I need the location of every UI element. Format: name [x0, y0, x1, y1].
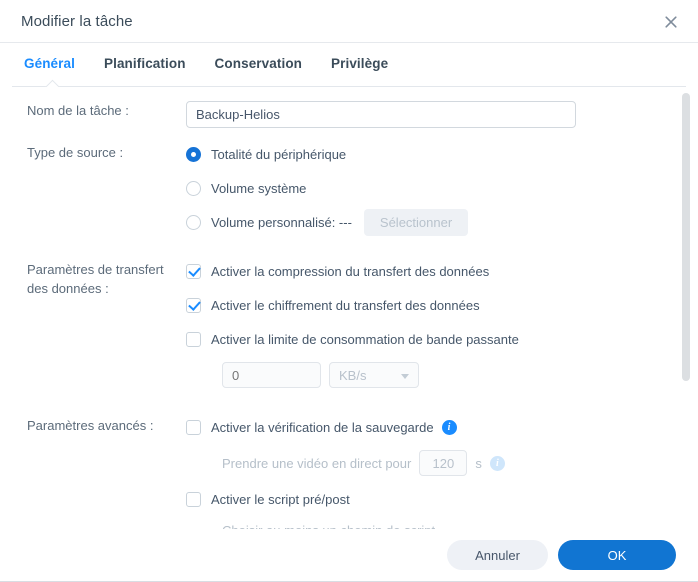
- chevron-down-icon: [401, 374, 409, 379]
- checkbox-row-bandwidth-limit[interactable]: Activer la limite de consommation de ban…: [186, 328, 698, 350]
- checkbox-label-verify-backup: Activer la vérification de la sauvegarde: [211, 419, 434, 435]
- checkbox-row-compression[interactable]: Activer la compression du transfert des …: [186, 260, 698, 282]
- tab-privilege[interactable]: Privilège: [331, 56, 388, 71]
- video-duration-input[interactable]: [419, 450, 468, 476]
- dialog-body: Nom de la tâche : Type de source : Total…: [0, 87, 698, 529]
- select-volume-button[interactable]: Sélectionner: [363, 208, 469, 236]
- radio-label-system-volume: Volume système: [211, 180, 307, 196]
- vertical-scrollbar[interactable]: [682, 93, 690, 523]
- field-source-type: Type de source : Totalité du périphériqu…: [0, 143, 698, 245]
- advanced-parameters-label: Paramètres avancés :: [27, 418, 154, 433]
- close-icon[interactable]: [658, 9, 684, 35]
- radio-option-whole-device[interactable]: Totalité du périphérique: [186, 143, 698, 165]
- checkbox-verify-backup[interactable]: [186, 419, 201, 435]
- task-name-input[interactable]: [186, 101, 576, 128]
- script-hint-text: Choisir au moins un chemin de script: [222, 523, 435, 529]
- bandwidth-unit-select[interactable]: KB/s: [329, 362, 419, 388]
- field-advanced-parameters: Paramètres avancés : Activer la vérifica…: [0, 416, 698, 529]
- transfer-parameters-label: Paramètres de transfert des données :: [0, 260, 186, 298]
- checkbox-encryption[interactable]: [186, 297, 201, 313]
- radio-label-whole-device: Totalité du périphérique: [211, 146, 347, 162]
- cancel-button[interactable]: Annuler: [447, 540, 548, 570]
- edit-task-dialog: Modifier la tâche Général Planification …: [0, 0, 698, 582]
- checkbox-row-encryption[interactable]: Activer le chiffrement du transfert des …: [186, 294, 698, 316]
- checkbox-row-verify-backup[interactable]: Activer la vérification de la sauvegarde…: [186, 416, 698, 438]
- checkbox-label-encryption: Activer le chiffrement du transfert des …: [211, 297, 480, 313]
- radio-system-volume[interactable]: [186, 180, 201, 196]
- tab-bar: Général Planification Conservation Privi…: [0, 43, 698, 87]
- radio-option-custom-volume[interactable]: Volume personnalisé: --- Sélectionner: [186, 208, 698, 236]
- transfer-label-line2: des données :: [27, 281, 109, 296]
- dialog-title: Modifier la tâche: [21, 12, 133, 30]
- bandwidth-value-input[interactable]: [222, 362, 321, 388]
- checkbox-bandwidth-limit[interactable]: [186, 331, 201, 347]
- video-duration-unit: s: [475, 455, 482, 471]
- tab-planification[interactable]: Planification: [104, 56, 186, 71]
- radio-custom-volume[interactable]: [186, 214, 201, 230]
- checkbox-row-prepost-script[interactable]: Activer le script pré/post: [186, 488, 698, 510]
- video-duration-label: Prendre une vidéo en direct pour: [222, 455, 412, 471]
- radio-option-system-volume[interactable]: Volume système: [186, 177, 698, 199]
- bandwidth-controls: KB/s: [186, 362, 698, 388]
- source-type-label: Type de source :: [27, 145, 124, 160]
- dialog-footer: Annuler OK: [0, 529, 698, 581]
- task-name-label: Nom de la tâche :: [27, 103, 129, 118]
- info-icon-verify-backup[interactable]: i: [441, 419, 457, 435]
- ok-button[interactable]: OK: [558, 540, 676, 570]
- dialog-titlebar: Modifier la tâche: [0, 0, 698, 43]
- scroll-content: Nom de la tâche : Type de source : Total…: [0, 87, 698, 529]
- tab-general[interactable]: Général: [24, 56, 75, 71]
- checkbox-prepost-script[interactable]: [186, 491, 201, 507]
- checkbox-label-bandwidth-limit: Activer la limite de consommation de ban…: [211, 331, 519, 347]
- info-icon-video-duration[interactable]: i: [489, 455, 505, 471]
- field-task-name: Nom de la tâche :: [0, 101, 698, 128]
- scrollbar-thumb[interactable]: [682, 93, 690, 381]
- checkbox-label-prepost-script: Activer le script pré/post: [211, 491, 350, 507]
- bandwidth-unit-value: KB/s: [339, 367, 367, 383]
- radio-whole-device[interactable]: [186, 146, 201, 162]
- active-tab-caret-icon: [45, 79, 60, 87]
- video-duration-controls: Prendre une vidéo en direct pour s i: [186, 450, 698, 476]
- field-transfer-parameters: Paramètres de transfert des données : Ac…: [0, 260, 698, 400]
- tab-conservation[interactable]: Conservation: [215, 56, 302, 71]
- script-hint: Choisir au moins un chemin de script: [186, 522, 698, 529]
- checkbox-label-compression: Activer la compression du transfert des …: [211, 263, 490, 279]
- transfer-label-line1: Paramètres de transfert: [27, 262, 164, 277]
- checkbox-compression[interactable]: [186, 263, 201, 279]
- radio-label-custom-volume: Volume personnalisé: ---: [211, 214, 352, 230]
